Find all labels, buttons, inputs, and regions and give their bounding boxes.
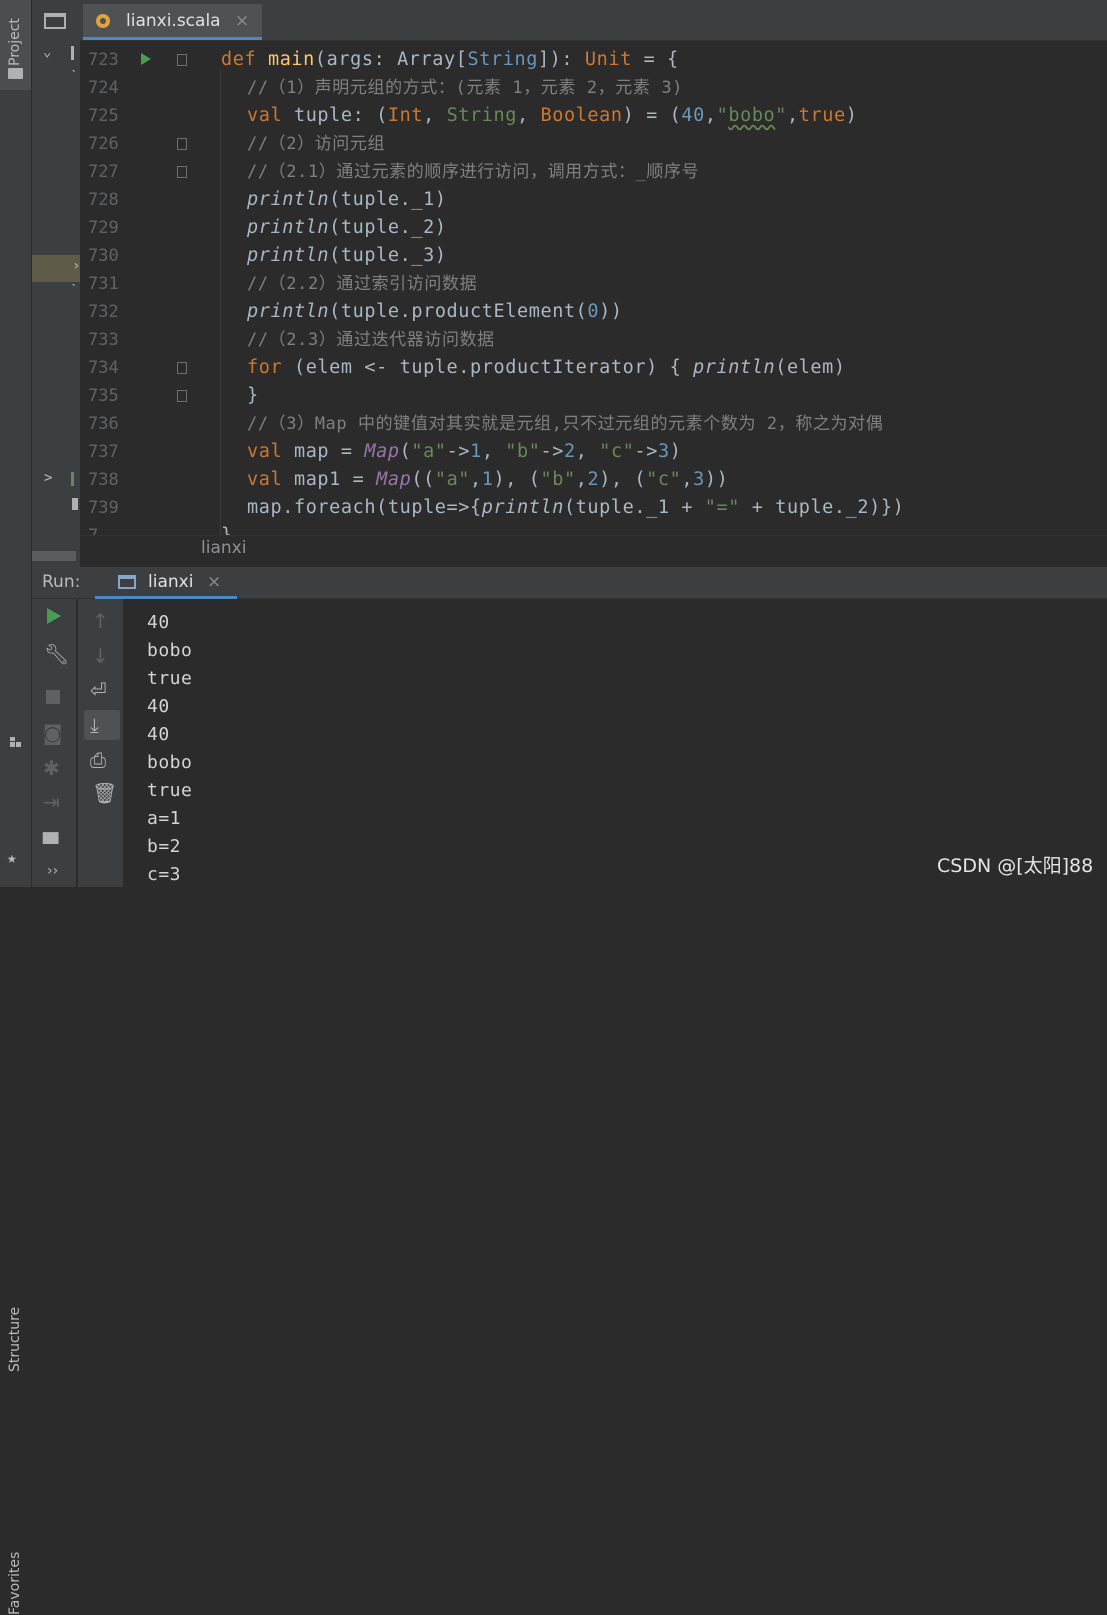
- structure-icon: [10, 737, 21, 747]
- console-line: b=2: [147, 836, 182, 857]
- rerun-icon[interactable]: [47, 608, 61, 624]
- code-line: val map1 = Map(("a",1), ("b",2), ("c",3)…: [247, 469, 729, 490]
- trash-icon[interactable]: 🗑︎: [92, 782, 117, 804]
- line-number: 723: [88, 50, 119, 70]
- chevron-right-icon[interactable]: >: [44, 470, 52, 486]
- line-number: 726: [88, 134, 119, 154]
- code-line: println(tuple.productElement(0)): [247, 301, 623, 322]
- console-line: 40: [147, 612, 170, 633]
- layout-icon[interactable]: ▀: [43, 833, 58, 855]
- soft-wrap-icon[interactable]: ⏎: [90, 679, 107, 701]
- fold-icon[interactable]: [177, 390, 187, 402]
- code-line: }: [221, 522, 233, 535]
- line-number: 728: [88, 190, 119, 210]
- more-icon[interactable]: ››: [47, 860, 58, 882]
- code-line: val tuple: (Int, String, Boolean) = (40,…: [247, 105, 858, 126]
- run-label: Run:: [42, 572, 81, 592]
- scrollbar[interactable]: [32, 551, 76, 561]
- console-line: bobo: [147, 640, 193, 661]
- console-line: 40: [147, 696, 170, 717]
- console-icon: [118, 575, 136, 589]
- favorites-tool-tab[interactable]: Favorites: [0, 770, 31, 1615]
- tree-node-marker: [72, 498, 78, 510]
- close-icon[interactable]: ×: [207, 572, 221, 592]
- line-number: 736: [88, 414, 119, 434]
- arrow-down-icon[interactable]: ↓: [92, 645, 109, 667]
- arrow-up-icon[interactable]: ↑: [92, 610, 109, 632]
- breadcrumb[interactable]: lianxi: [201, 538, 246, 558]
- close-icon[interactable]: ×: [235, 11, 249, 31]
- console-line: true: [147, 780, 193, 801]
- exit-icon[interactable]: ⇥: [43, 791, 60, 813]
- print-icon[interactable]: ⎙: [90, 749, 106, 771]
- console-line: bobo: [147, 752, 193, 773]
- tree-node-marker: [71, 472, 74, 486]
- line-number: 739: [88, 498, 119, 518]
- indent-guide: [220, 69, 221, 535]
- favorites-tab-label: Favorites: [7, 1551, 23, 1615]
- code-line: }: [247, 385, 259, 406]
- code-line: //（1）声明元组的方式：(元素 1，元素 2，元素 3): [247, 78, 683, 98]
- tree-node-marker: [71, 46, 74, 60]
- code-line: val map = Map("a"->1, "b"->2, "c"->3): [247, 441, 682, 462]
- console-line: c=3: [147, 864, 182, 885]
- wrench-icon[interactable]: 🔧︎: [44, 643, 69, 665]
- code-line: map.foreach(tuple=>{println(tuple._1 + "…: [247, 497, 905, 518]
- code-line: println(tuple._2): [247, 217, 447, 238]
- line-number: 725: [88, 106, 119, 126]
- chevron-down-icon[interactable]: ⌄: [43, 44, 51, 60]
- line-number: 724: [88, 78, 119, 98]
- line-number: 730: [88, 246, 119, 266]
- line-number: 738: [88, 470, 119, 490]
- code-line: //（2.3）通过迭代器访问数据: [247, 330, 495, 350]
- fold-icon[interactable]: [177, 362, 187, 374]
- folder-icon: [8, 68, 23, 79]
- code-line: for (elem <- tuple.productIterator) { pr…: [247, 357, 846, 378]
- project-tab-label: Project: [7, 18, 23, 66]
- fold-icon[interactable]: [177, 54, 187, 66]
- code-line: println(tuple._1): [247, 189, 447, 210]
- console-line: 40: [147, 724, 170, 745]
- line-number: 734: [88, 358, 119, 378]
- scala-file-icon: [96, 14, 110, 28]
- code-line: //（2.1）通过元素的顺序进行访问，调用方式：_顺序号: [247, 162, 700, 182]
- console-line: true: [147, 668, 193, 689]
- camera-icon[interactable]: ◙: [43, 722, 62, 744]
- console-line: a=1: [147, 808, 182, 829]
- chevron-down-icon[interactable]: ˋ: [70, 68, 78, 85]
- code-line: //（2）访问元组: [247, 134, 386, 154]
- editor-tab-label: lianxi.scala: [126, 11, 221, 31]
- line-number: 737: [88, 442, 119, 462]
- project-view-icon[interactable]: [44, 13, 66, 29]
- scroll-to-end-icon[interactable]: ⤓: [90, 714, 99, 736]
- fold-icon[interactable]: [177, 138, 187, 150]
- stop-icon[interactable]: [46, 690, 60, 704]
- line-number: 7.: [88, 522, 134, 535]
- line-number: 729: [88, 218, 119, 238]
- watermark: CSDN @[太阳]88: [937, 855, 1094, 877]
- code-line: //（2.2）通过索引访问数据: [247, 274, 478, 294]
- line-number: 727: [88, 162, 119, 182]
- console-toolbar: [78, 599, 123, 887]
- structure-tab-label: Structure: [7, 1306, 23, 1372]
- console-output[interactable]: [123, 599, 1107, 887]
- run-tab-label[interactable]: lianxi: [148, 572, 193, 592]
- run-gutter-icon[interactable]: [141, 53, 151, 65]
- code-line: //（3）Map 中的键值对其实就是元组,只不过元组的元素个数为 2，称之为对偶: [247, 414, 884, 434]
- debug-icon[interactable]: ✱: [43, 757, 60, 779]
- star-icon: ★: [7, 848, 17, 867]
- line-number: 731: [88, 274, 119, 294]
- code-line: def main(args: Array[String]): Unit = {: [221, 49, 679, 70]
- code-line: println(tuple._3): [247, 245, 447, 266]
- line-number: 732: [88, 302, 119, 322]
- line-number: 735: [88, 386, 119, 406]
- tool-window-strip: [0, 0, 32, 887]
- structure-tool-tab[interactable]: Structure: [0, 640, 31, 1372]
- fold-icon[interactable]: [177, 166, 187, 178]
- chevron-down-icon[interactable]: ˋ: [70, 282, 78, 299]
- code-editor[interactable]: 723 724 725 726 727 728 729 730 731 732 …: [80, 41, 1107, 535]
- line-number: 733: [88, 330, 119, 350]
